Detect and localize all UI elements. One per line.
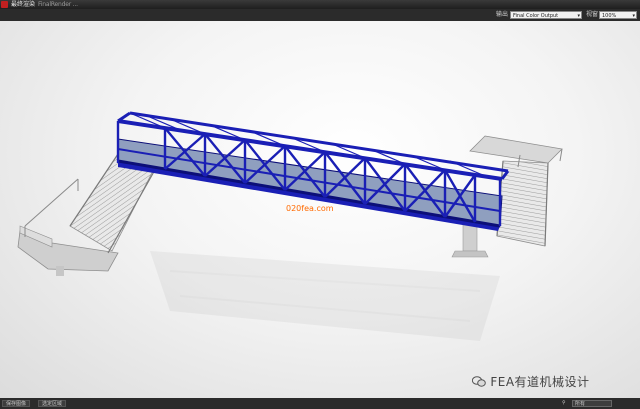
output-select-value: Final Color Output [513,13,559,19]
site-overlay-text: 020fea.com [286,204,334,213]
output-label: 输出 [496,11,509,18]
zoom-select-value: 100% [602,13,617,19]
title-bar: 最终渲染 FinalRender ... [0,0,640,9]
floor-reflection [150,251,500,341]
watermark-text: FEA有道机械设计 [490,375,590,389]
status-bar: 保存图像 选定区域 ⚲ 所有 [0,398,640,409]
save-image-button[interactable]: 保存图像 [2,400,31,407]
zoom-select[interactable]: 100% ▾ [599,11,637,19]
chevron-down-icon: ▾ [577,13,580,19]
right-stairs [469,135,563,247]
zoom-mode-select[interactable]: 所有 [572,400,612,407]
wechat-icon [472,376,486,387]
zoom-label: 视窗 [586,11,599,18]
magnifier-icon: ⚲ [562,400,566,406]
render-viewport[interactable]: 020fea.com [0,21,640,398]
truss-bridge [116,111,510,231]
window-tabs-text: FinalRender ... [38,1,78,8]
render-toolbar: 输出 Final Color Output ▾ 视窗 100% ▾ [0,9,640,21]
wechat-watermark: FEA有道机械设计 [472,373,590,390]
app-icon [1,1,8,8]
window-title: 最终渲染 [11,1,36,8]
output-select[interactable]: Final Color Output ▾ [510,11,582,19]
select-region-button[interactable]: 选定区域 [38,400,67,407]
chevron-down-icon: ▾ [632,13,635,19]
